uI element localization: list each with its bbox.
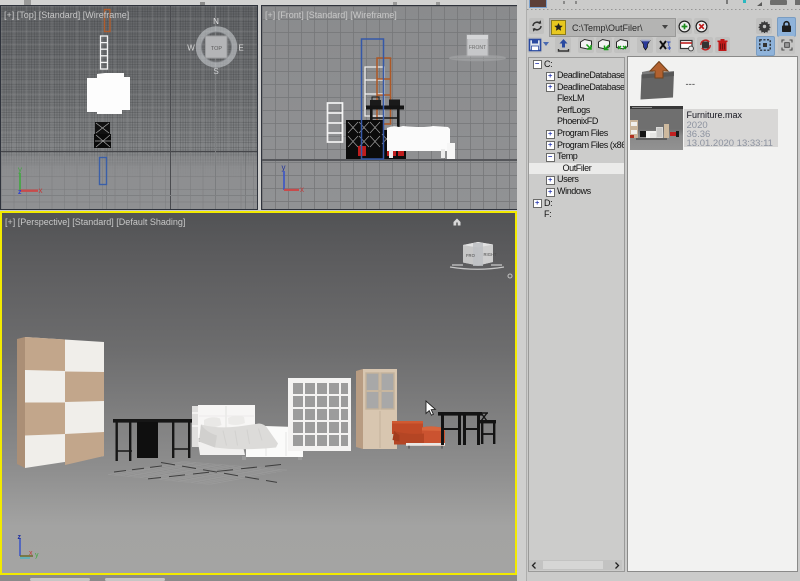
svg-text:x: x <box>39 186 43 195</box>
svg-text:RIGHT: RIGHT <box>484 252 497 257</box>
svg-text:y: y <box>35 552 39 559</box>
svg-text:y: y <box>282 163 286 172</box>
svg-text:z: z <box>18 189 22 196</box>
svg-text:FRONT: FRONT <box>469 45 486 51</box>
svg-text:z: z <box>18 534 22 541</box>
svg-text:x: x <box>29 550 33 557</box>
svg-text:FRO: FRO <box>466 253 476 258</box>
svg-text:x: x <box>300 185 304 194</box>
svg-text:y: y <box>18 165 22 174</box>
